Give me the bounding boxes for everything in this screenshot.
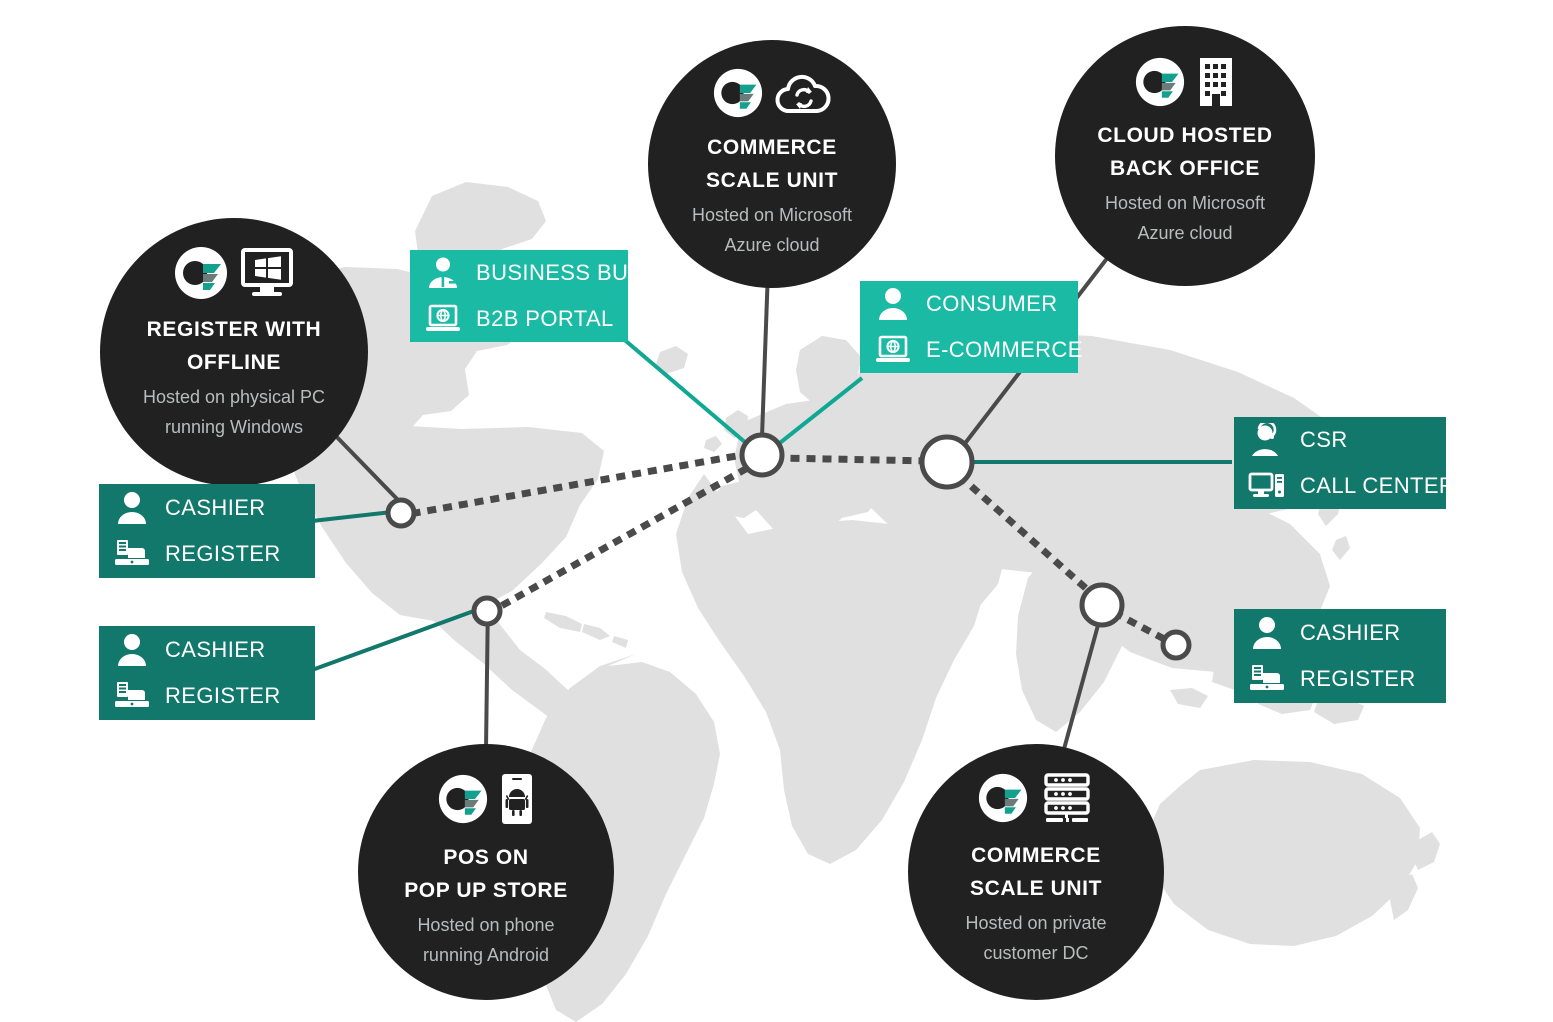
rolebox-label: REGISTER — [165, 541, 281, 566]
node-title: CLOUD HOSTED BACK OFFICE — [1097, 124, 1273, 180]
dotted-link-usa-europe — [410, 450, 747, 518]
rolebox-row: REGISTER — [113, 677, 297, 715]
rolebox-row: REGISTER — [1248, 660, 1428, 698]
windows-monitor-icon — [241, 248, 293, 296]
cloud-sync-icon — [775, 74, 831, 113]
hub-mexico — [471, 595, 503, 627]
rolebox-label: B2B PORTAL — [476, 306, 614, 331]
link-b2b-to-europe — [618, 334, 748, 445]
link-ecommerce-to-europe — [774, 376, 864, 448]
rolebox-label: BUSINESS BUYER — [476, 260, 675, 285]
dotted-link-europe-mexico — [489, 465, 749, 615]
rolebox-row: E-COMMERCE — [874, 331, 1082, 369]
link-cashier-south-to-mexico — [311, 606, 483, 672]
dotted-link-india-seasia — [1112, 609, 1173, 646]
node-commerce-scale-unit-private[interactable]: COMMERCE SCALE UNIT Hosted on private cu… — [908, 744, 1164, 1000]
node-title: COMMERCE SCALE UNIT — [970, 844, 1102, 900]
desktop-tower-icon — [1248, 467, 1286, 505]
android-phone-icon — [502, 774, 532, 824]
business-person-icon — [424, 254, 462, 292]
link-register-offline-to-usa — [328, 428, 402, 504]
rolebox-label: CASHIER — [165, 495, 266, 520]
headset-person-icon — [1248, 421, 1286, 459]
cash-register-icon — [113, 677, 151, 715]
cash-register-icon — [113, 535, 151, 573]
dotted-link-europe-mideast — [774, 454, 935, 465]
node-icons — [438, 772, 534, 826]
hub-seasia — [1160, 629, 1192, 661]
rolebox-row: CASHIER — [1248, 614, 1428, 652]
person-icon — [113, 489, 151, 527]
node-subtitle: Hosted on Microsoft Azure cloud — [1104, 193, 1266, 243]
person-icon — [874, 285, 912, 323]
dynamics365-icon — [438, 774, 488, 824]
node-register-with-offline[interactable]: REGISTER WITH OFFLINE Hosted on physical… — [100, 218, 368, 486]
rolebox-row: BUSINESS BUYER — [424, 254, 674, 292]
node-icons — [978, 772, 1094, 824]
rolebox-label: REGISTER — [1300, 666, 1416, 691]
dynamics365-icon — [1135, 57, 1185, 107]
dynamics365-icon — [978, 773, 1028, 823]
node-icons — [1135, 56, 1235, 108]
rolebox-csr-call-center[interactable]: CSR CALL CENTER — [1234, 417, 1455, 509]
person-icon — [113, 631, 151, 669]
rolebox-label: CALL CENTER — [1300, 473, 1456, 498]
hub-mideast — [919, 434, 975, 490]
rolebox-consumer-ecommerce[interactable]: CONSUMER E-COMMERCE — [860, 281, 1082, 373]
rolebox-row: CASHIER — [113, 489, 297, 527]
node-commerce-scale-unit-cloud[interactable]: COMMERCE SCALE UNIT Hosted on Microsoft … — [648, 40, 896, 288]
link-csu-cloud-to-europe — [760, 269, 770, 438]
rolebox-row: CALL CENTER — [1248, 467, 1455, 505]
node-subtitle: Hosted on private customer DC — [965, 913, 1107, 963]
node-subtitle: Hosted on phone running Android — [417, 915, 555, 965]
rolebox-label: E-COMMERCE — [926, 337, 1083, 362]
node-title: REGISTER WITH OFFLINE — [146, 318, 322, 374]
node-subtitle: Hosted on Microsoft Azure cloud — [691, 205, 853, 255]
link-cashier-north-to-usa — [311, 510, 393, 523]
hub-usa — [385, 497, 417, 529]
rolebox-business-buyer-b2b[interactable]: BUSINESS BUYER B2B PORTAL — [410, 250, 674, 342]
server-rack-icon — [1044, 773, 1090, 822]
node-cloud-hosted-back-office[interactable]: CLOUD HOSTED BACK OFFICE Hosted on Micro… — [1055, 26, 1315, 286]
rolebox-row: CONSUMER — [874, 285, 1060, 323]
node-icons — [174, 246, 294, 300]
rolebox-row: B2B PORTAL — [424, 300, 613, 338]
cash-register-icon — [1248, 660, 1286, 698]
node-title: POS ON POP UP STORE — [404, 846, 568, 902]
node-subtitle: Hosted on physical PC running Windows — [142, 387, 326, 437]
hub-india — [1079, 582, 1125, 628]
hub-europe — [739, 432, 785, 478]
rolebox-row: REGISTER — [113, 535, 297, 573]
diagram-canvas: REGISTER WITH OFFLINE Hosted on physical… — [0, 0, 1553, 1022]
rolebox-label: REGISTER — [165, 683, 281, 708]
rolebox-cashier-register-south[interactable]: CASHIER REGISTER — [99, 626, 315, 720]
rolebox-label: CASHIER — [1300, 620, 1401, 645]
person-icon — [1248, 614, 1286, 652]
dynamics365-icon — [713, 68, 763, 118]
link-csu-private-to-india — [1059, 617, 1102, 761]
rolebox-row: CSR — [1248, 421, 1428, 459]
rolebox-cashier-register-asia[interactable]: CASHIER REGISTER — [1234, 609, 1446, 703]
rolebox-cashier-register-north[interactable]: CASHIER REGISTER — [99, 484, 315, 578]
dotted-link-mideast-india — [957, 473, 1095, 597]
node-title: COMMERCE SCALE UNIT — [706, 136, 838, 192]
rolebox-label: CASHIER — [165, 637, 266, 662]
rolebox-label: CONSUMER — [926, 291, 1058, 316]
node-pos-on-pop-up-store[interactable]: POS ON POP UP STORE Hosted on phone runn… — [358, 744, 614, 1000]
rolebox-row: CASHIER — [113, 631, 297, 669]
dynamics365-icon — [175, 247, 227, 299]
node-icons — [713, 68, 831, 118]
laptop-globe-icon — [424, 300, 462, 338]
office-building-icon — [1200, 58, 1232, 106]
rolebox-label: CSR — [1300, 427, 1348, 452]
laptop-globe-icon — [874, 331, 912, 369]
